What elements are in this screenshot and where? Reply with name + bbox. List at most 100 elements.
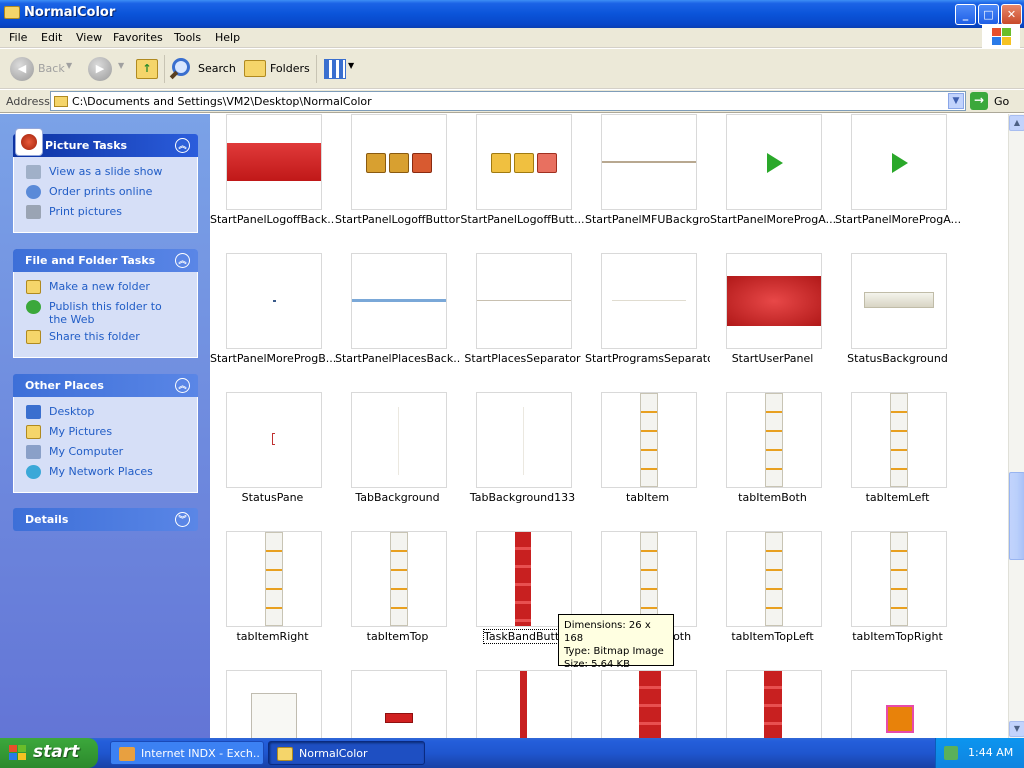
scroll-up-button[interactable]: ▲ — [1009, 115, 1024, 131]
menu-favorites[interactable]: Favorites — [113, 31, 163, 44]
file-item[interactable] — [210, 670, 335, 738]
file-item[interactable]: StartPanelMFUBackgro... — [585, 114, 710, 249]
up-button[interactable]: ↑ — [134, 56, 162, 82]
address-dropdown[interactable]: ▼ — [948, 93, 964, 109]
address-bar: Address C:\Documents and Settings\VM2\De… — [0, 90, 1024, 113]
search-button[interactable]: Search — [169, 56, 236, 82]
start-button[interactable]: start — [0, 738, 98, 768]
file-item[interactable]: tabItemRight — [210, 531, 335, 666]
folders-icon — [244, 60, 266, 77]
file-folder-tasks-title-bar[interactable]: File and Folder Tasks ︽ — [13, 249, 198, 272]
file-item[interactable]: StartPanelLogoffButt... — [460, 114, 585, 249]
thumbnail — [351, 531, 447, 627]
file-item[interactable]: tabItemTopRight — [835, 531, 960, 666]
windows-logo-icon — [982, 24, 1020, 48]
details-header[interactable]: Details ︾ — [13, 508, 198, 531]
scroll-thumb[interactable] — [1009, 472, 1024, 560]
file-item[interactable]: StartPanelPlacesBack... — [335, 253, 460, 388]
file-item[interactable] — [335, 670, 460, 738]
forward-dropdown[interactable]: ▼ — [118, 56, 128, 82]
file-item[interactable]: StartPanelLogoffBack... — [210, 114, 335, 249]
back-dropdown[interactable]: ▼ — [66, 56, 76, 82]
thumbnail — [726, 253, 822, 349]
file-item[interactable]: StartUserPanel — [710, 253, 835, 388]
task-pane: Picture Tasks ︽ View as a slide show Ord… — [0, 114, 210, 738]
file-item[interactable]: StatusBackground — [835, 253, 960, 388]
file-item[interactable]: TabBackground133 — [460, 392, 585, 527]
file-item[interactable]: tabItemLeft — [835, 392, 960, 527]
file-item[interactable]: StartPlacesSeparator — [460, 253, 585, 388]
expand-chevron-icon[interactable]: ︾ — [175, 512, 190, 527]
task-view-slideshow[interactable]: View as a slide show — [14, 162, 197, 182]
taskbar-item-normalcolor[interactable]: NormalColor — [268, 741, 425, 765]
back-arrow-icon: ◀ — [10, 57, 34, 81]
thumbnail — [851, 114, 947, 210]
folder-icon — [54, 96, 68, 107]
file-item[interactable]: tabItemTop — [335, 531, 460, 666]
folders-button[interactable]: Folders — [242, 56, 312, 82]
file-item[interactable]: StartProgramsSeparator — [585, 253, 710, 388]
menu-edit[interactable]: Edit — [41, 31, 62, 44]
go-button[interactable]: → Go — [970, 92, 1020, 110]
other-places-panel: Other Places ︽ Desktop My Pictures My Co… — [13, 374, 198, 493]
task-print-pictures[interactable]: Print pictures — [14, 202, 197, 222]
computer-icon — [26, 445, 41, 459]
window-title: NormalColor — [24, 5, 116, 20]
place-my-pictures[interactable]: My Pictures — [14, 422, 197, 442]
task-make-folder[interactable]: Make a new folder — [14, 277, 197, 297]
vertical-scrollbar[interactable]: ▲ ▼ — [1008, 114, 1024, 738]
network-tray-icon[interactable] — [944, 746, 958, 760]
back-button[interactable]: ◀ Back — [8, 56, 68, 82]
thumbnail — [226, 392, 322, 488]
scroll-down-button[interactable]: ▼ — [1009, 721, 1024, 737]
address-input[interactable]: C:\Documents and Settings\VM2\Desktop\No… — [50, 91, 966, 111]
file-item[interactable] — [460, 670, 585, 738]
printer-icon — [26, 205, 41, 219]
thumbnail — [726, 531, 822, 627]
file-item[interactable] — [710, 670, 835, 738]
file-item[interactable]: tabItemBoth — [710, 392, 835, 527]
file-item[interactable] — [835, 670, 960, 738]
file-item[interactable] — [585, 670, 710, 738]
globe-icon — [26, 185, 41, 199]
taskbar-item-internet-indx[interactable]: Internet INDX - Exch... — [110, 741, 264, 765]
minimize-button[interactable]: _ — [955, 4, 976, 25]
file-item[interactable]: tabItemTopLeft — [710, 531, 835, 666]
collapse-chevron-icon[interactable]: ︽ — [175, 253, 190, 268]
task-share-folder[interactable]: Share this folder — [14, 327, 197, 347]
thumbnail — [726, 114, 822, 210]
publish-globe-icon — [26, 300, 41, 314]
menu-tools[interactable]: Tools — [174, 31, 201, 44]
title-bar: NormalColor _ □ ✕ — [0, 0, 1024, 28]
maximize-button[interactable]: □ — [978, 4, 999, 25]
menu-view[interactable]: View — [76, 31, 102, 44]
task-order-prints[interactable]: Order prints online — [14, 182, 197, 202]
place-my-computer[interactable]: My Computer — [14, 442, 197, 462]
go-arrow-icon: → — [970, 92, 988, 110]
forward-button[interactable]: ▶ — [86, 56, 116, 82]
close-button[interactable]: ✕ — [1001, 4, 1022, 25]
task-publish-web[interactable]: Publish this folder to the Web — [14, 297, 197, 327]
other-places-header[interactable]: Other Places ︽ — [13, 374, 198, 397]
file-item[interactable]: tabItem — [585, 392, 710, 527]
menu-help[interactable]: Help — [215, 31, 240, 44]
file-item[interactable]: StatusPane — [210, 392, 335, 527]
picture-tasks-header[interactable]: Picture Tasks ︽ — [13, 128, 198, 157]
file-item[interactable]: TabBackground — [335, 392, 460, 527]
file-item[interactable]: StartPanelLogoffButtons — [335, 114, 460, 249]
menu-file[interactable]: File — [9, 31, 27, 44]
place-desktop[interactable]: Desktop — [14, 402, 197, 422]
system-tray: 1:44 AM — [935, 738, 1024, 768]
thumbnail — [226, 253, 322, 349]
collapse-chevron-icon[interactable]: ︽ — [175, 138, 190, 153]
place-network[interactable]: My Network Places — [14, 462, 197, 482]
file-item[interactable]: StartPanelMoreProgA... — [710, 114, 835, 249]
file-item[interactable]: StartPanelMoreProgB... — [210, 253, 335, 388]
views-button[interactable]: ▼ — [322, 56, 356, 82]
collapse-chevron-icon[interactable]: ︽ — [175, 378, 190, 393]
pictures-folder-icon — [26, 425, 41, 439]
file-item[interactable]: StartPanelMoreProgA... — [835, 114, 960, 249]
thumbnail — [226, 531, 322, 627]
thumbnail — [351, 114, 447, 210]
thumbnail — [851, 531, 947, 627]
